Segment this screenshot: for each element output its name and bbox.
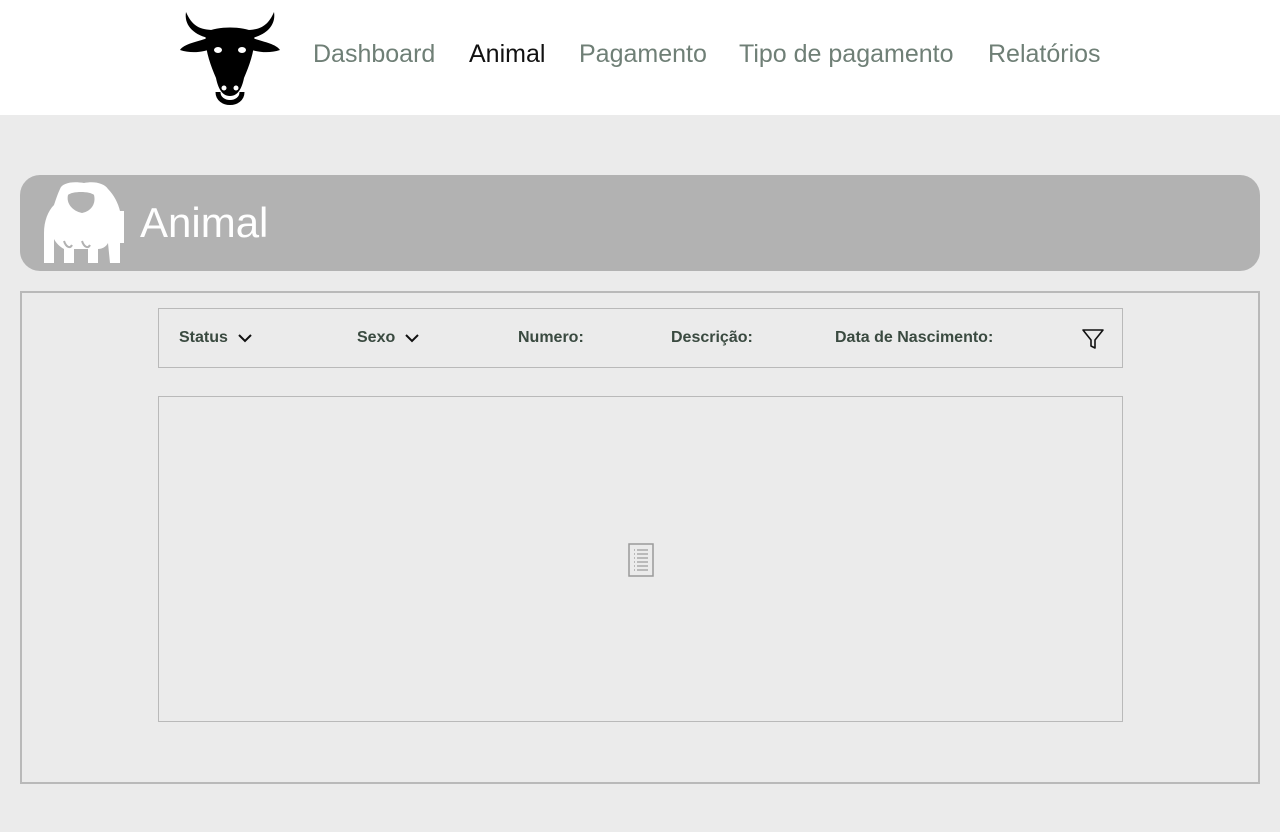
filter-bar: Status Sexo Numero: Descrição: Data de N… [158,308,1123,368]
document-list-icon [628,543,654,577]
page-title-banner: Animal [20,175,1260,271]
numero-filter-label: Numero: [518,329,584,346]
descricao-filter-label: Descrição: [671,329,753,346]
numero-filter[interactable]: Numero: [518,329,584,347]
sexo-filter-dropdown[interactable]: Sexo [357,329,419,347]
data-nascimento-filter-label: Data de Nascimento: [835,329,994,346]
cow-icon [44,182,124,263]
data-nascimento-filter[interactable]: Data de Nascimento: [835,329,993,347]
nav-pagamento[interactable]: Pagamento [579,40,707,69]
descricao-filter[interactable]: Descrição: [671,329,753,347]
animal-list [158,396,1123,722]
top-navigation-bar: Dashboard Animal Pagamento Tipo de pagam… [0,0,1280,115]
status-filter-dropdown[interactable]: Status [179,329,252,347]
nav-tipo-de-pagamento[interactable]: Tipo de pagamento [739,40,954,69]
chevron-down-icon [238,334,252,343]
funnel-icon[interactable] [1081,327,1105,351]
page-title: Animal [140,199,269,246]
nav-relatorios[interactable]: Relatórios [988,40,1101,69]
chevron-down-icon [405,334,419,343]
sexo-filter-label: Sexo [357,329,396,346]
status-filter-label: Status [179,329,228,346]
nav-dashboard[interactable]: Dashboard [313,40,435,69]
nav-animal[interactable]: Animal [469,40,545,69]
bull-head-logo-icon[interactable] [178,8,282,108]
